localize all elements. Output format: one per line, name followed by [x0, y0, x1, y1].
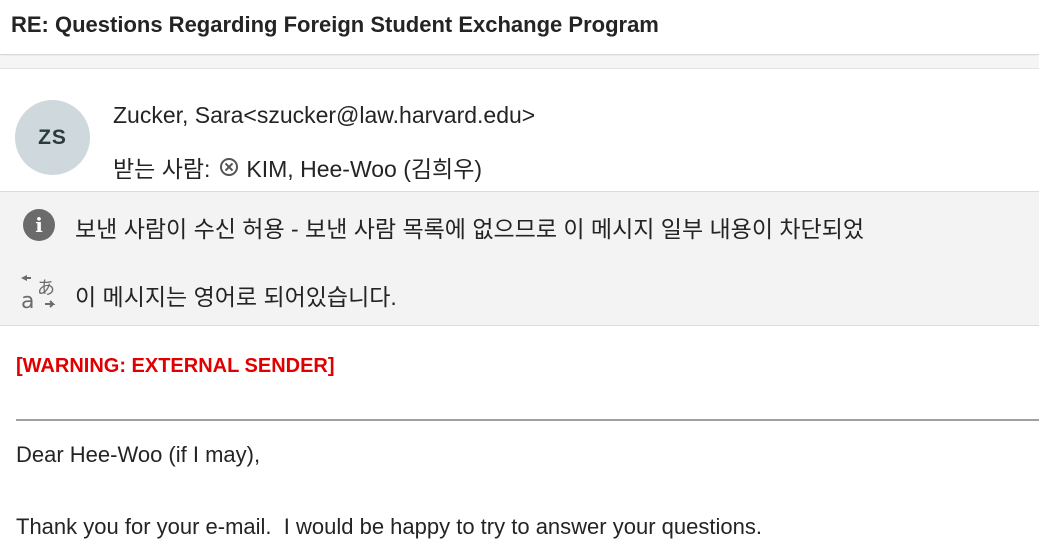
svg-text:あ: あ	[37, 278, 55, 299]
email-greeting: Dear Hee-Woo (if I may),	[16, 442, 261, 467]
recipient-name[interactable]: KIM, Hee-Woo (김희우)	[246, 150, 482, 184]
blocked-content-notice[interactable]: i 보낸 사람이 수신 허용 - 보낸 사람 목록에 없으므로 이 메시지 일부…	[0, 191, 1039, 259]
to-label: 받는 사람:	[113, 156, 211, 182]
translate-icon: a あ	[21, 275, 56, 312]
recipient-row: 받는 사람: KIM, Hee-Woo (김희우)	[113, 150, 482, 184]
header-divider-strip	[0, 56, 1039, 69]
body-divider	[16, 419, 1039, 421]
email-subject: RE: Questions Regarding Foreign Student …	[11, 12, 659, 37]
external-sender-warning: [WARNING: EXTERNAL SENDER]	[16, 355, 335, 377]
info-icon: i	[23, 209, 55, 241]
sender-avatar[interactable]: ZS	[15, 100, 90, 175]
sender-name[interactable]: Zucker, Sara<szucker@law.harvard.edu>	[113, 102, 535, 129]
translation-text: 이 메시지는 영어로 되어있습니다.	[75, 284, 397, 310]
email-subject-header: RE: Questions Regarding Foreign Student …	[0, 0, 1039, 55]
blocked-content-text: 보낸 사람이 수신 허용 - 보낸 사람 목록에 없으므로 이 메시지 일부 내…	[75, 216, 865, 242]
close-circle-icon[interactable]	[220, 158, 239, 176]
svg-text:a: a	[21, 289, 34, 312]
translation-notice[interactable]: a あ 이 메시지는 영어로 되어있습니다.	[0, 258, 1039, 326]
email-paragraph: Thank you for your e-mail. I would be ha…	[16, 514, 762, 539]
